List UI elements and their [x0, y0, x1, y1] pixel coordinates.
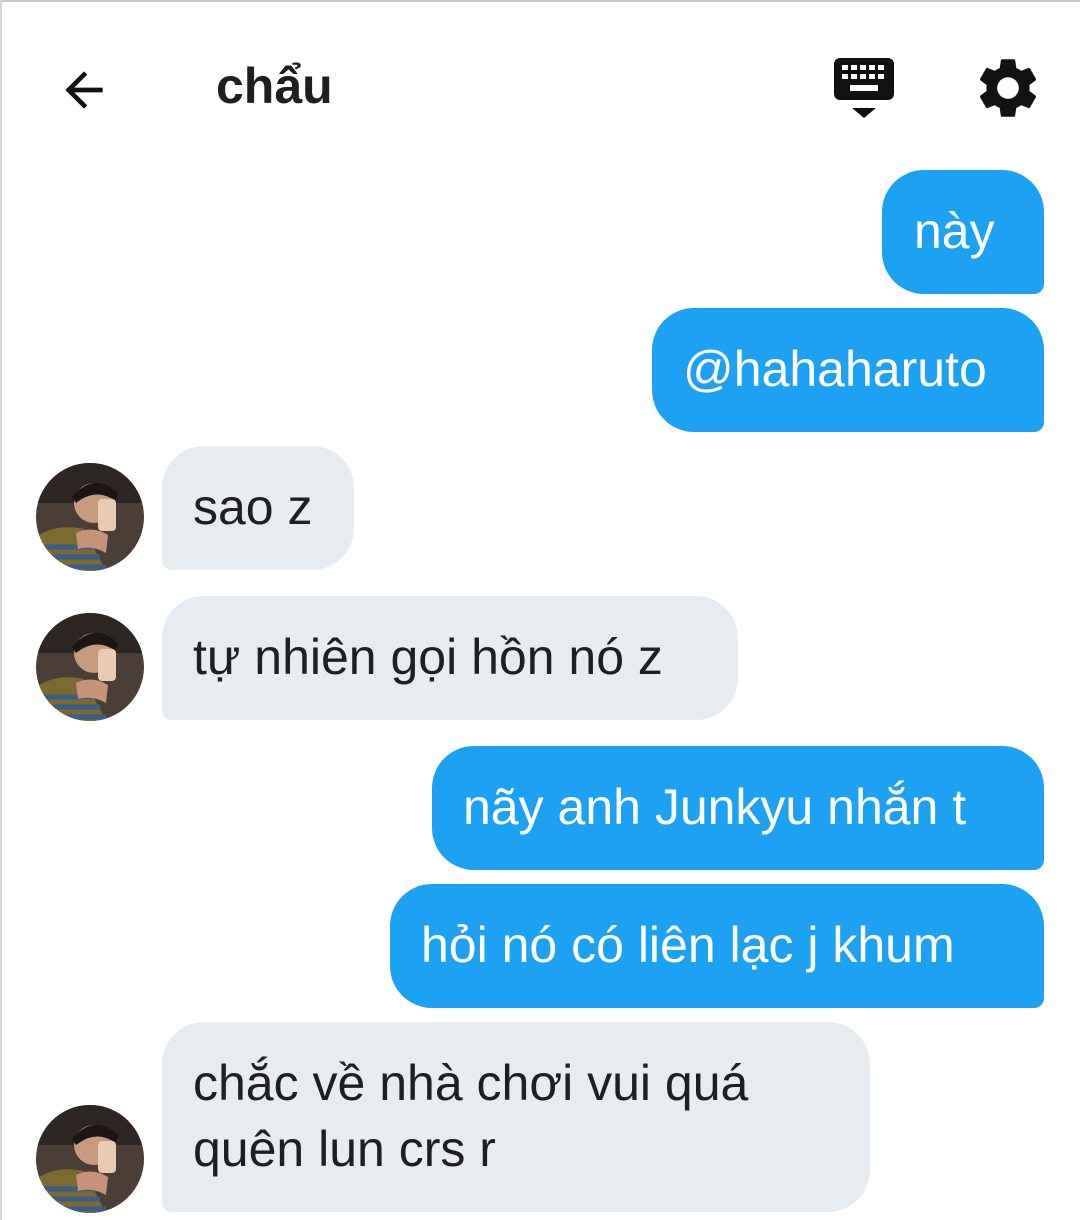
message-bubble-outgoing[interactable]: @hahaharuto [652, 308, 1044, 432]
contact-photo [36, 613, 144, 721]
message-bubble-incoming[interactable]: tự nhiên gọi hồn nó z [162, 596, 738, 720]
message-text: @hahaharuto [683, 341, 987, 397]
message-text: nãy anh Junkyu nhắn t [463, 779, 967, 835]
avatar[interactable] [36, 613, 144, 721]
gear-icon [979, 59, 1037, 117]
message-bubble-outgoing[interactable]: nãy anh Junkyu nhắn t [432, 746, 1044, 870]
message-bubble-incoming[interactable]: chắc về nhà chơi vui quá quên lun crs r [162, 1022, 870, 1212]
keyboard-toggle-button[interactable] [828, 52, 900, 124]
avatar[interactable] [36, 463, 144, 571]
keyboard-hide-icon [834, 58, 894, 118]
message-text: tự nhiên gọi hồn nó z [193, 629, 663, 685]
contact-photo [36, 463, 144, 571]
message-text-line: quên lun crs r [193, 1121, 496, 1177]
left-border [0, 0, 2, 1220]
contact-photo [36, 1105, 144, 1213]
arrow-left-icon [65, 71, 103, 109]
settings-button[interactable] [972, 52, 1044, 124]
message-bubble-outgoing[interactable]: hỏi nó có liên lạc j khum [390, 884, 1044, 1008]
back-button[interactable] [48, 54, 120, 126]
conversation-header: chẩu [0, 0, 1080, 160]
message-text: sao z [193, 479, 313, 535]
message-bubble-outgoing[interactable]: này [882, 170, 1044, 294]
message-bubble-incoming[interactable]: sao z [162, 446, 354, 570]
conversation-title: chẩu [216, 58, 333, 114]
avatar[interactable] [36, 1105, 144, 1213]
message-text: hỏi nó có liên lạc j khum [421, 917, 955, 973]
message-text-line: chắc về nhà chơi vui quá [193, 1055, 749, 1111]
message-text: này [914, 203, 995, 259]
